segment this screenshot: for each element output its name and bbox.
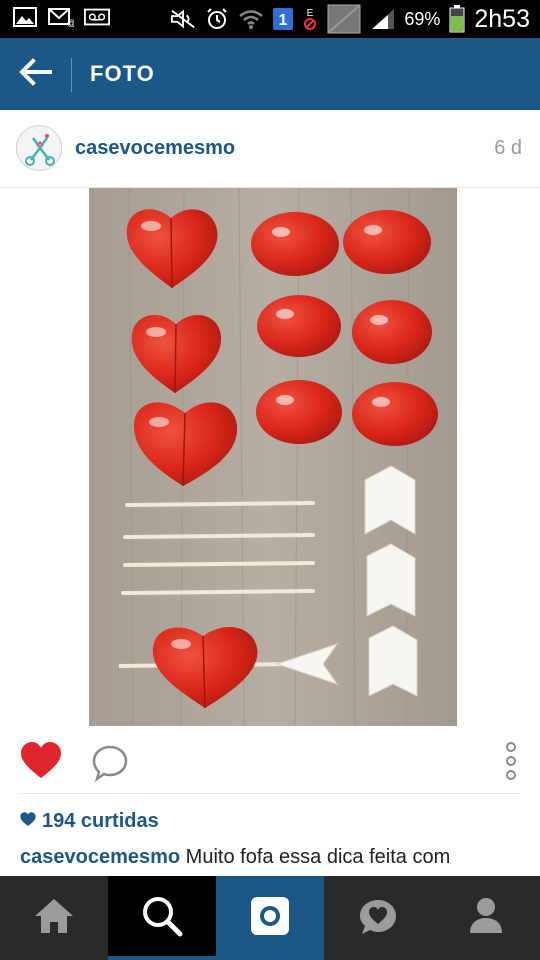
search-icon	[141, 895, 183, 942]
back-button[interactable]	[14, 56, 58, 92]
svg-text:@: @	[67, 18, 74, 27]
nav-home[interactable]	[0, 876, 108, 960]
caption-username[interactable]: casevocemesmo	[20, 846, 180, 868]
vertical-dots-icon	[500, 742, 522, 786]
avatar[interactable]	[16, 125, 62, 171]
more-options-button[interactable]	[500, 742, 522, 782]
nav-camera[interactable]	[216, 876, 324, 960]
comment-bubble-icon	[90, 745, 130, 786]
post-photo[interactable]	[89, 188, 457, 726]
sim-badge-text: 1	[279, 12, 288, 29]
profile-icon	[468, 897, 504, 940]
heart-icon	[20, 742, 62, 784]
arrow-left-icon	[18, 57, 54, 91]
likes-count[interactable]: 194 curtidas	[20, 810, 159, 833]
likes-text: 194 curtidas	[42, 810, 159, 832]
post-username[interactable]: casevocemesmo	[75, 137, 235, 160]
signal-icon	[370, 8, 396, 30]
email-icon: @	[48, 6, 74, 28]
battery-percent: 69%	[404, 8, 441, 29]
voicemail-icon	[84, 6, 110, 28]
thumbnail-icon	[326, 4, 362, 34]
no-data-icon: E	[302, 8, 318, 30]
image-icon	[12, 6, 38, 28]
paper-arrow-tails	[364, 465, 418, 697]
caption-text: Muito fofa essa dica feita com	[185, 846, 451, 868]
bottom-navigation	[0, 876, 540, 960]
post-header: casevocemesmo 6 d	[0, 110, 540, 188]
activity-heart-icon	[357, 896, 399, 941]
mute-icon	[170, 8, 196, 30]
nav-profile[interactable]	[432, 876, 540, 960]
app-header: FOTO	[0, 38, 540, 110]
post-caption: casevocemesmo Muito fofa essa dica feita…	[20, 846, 520, 869]
instagram-photo-screen: @ 1 E	[0, 0, 540, 960]
small-heart-icon	[20, 810, 36, 833]
nav-activity[interactable]	[324, 876, 432, 960]
sim-icon: 1	[272, 8, 294, 30]
clock-time: 2h53	[474, 4, 530, 33]
nav-search[interactable]	[108, 876, 216, 960]
camera-icon	[250, 896, 290, 941]
wifi-icon	[238, 8, 264, 30]
header-divider	[71, 58, 72, 92]
status-bar: @ 1 E	[0, 0, 540, 38]
svg-text:E: E	[307, 8, 314, 19]
actions-divider	[20, 793, 520, 794]
comment-button[interactable]	[90, 744, 130, 783]
page-title: FOTO	[90, 61, 155, 86]
post-time: 6 d	[494, 137, 522, 159]
home-icon	[33, 897, 75, 940]
post-actions	[0, 730, 540, 794]
like-button[interactable]	[20, 742, 62, 780]
battery-icon	[448, 5, 466, 33]
alarm-icon	[204, 8, 230, 30]
